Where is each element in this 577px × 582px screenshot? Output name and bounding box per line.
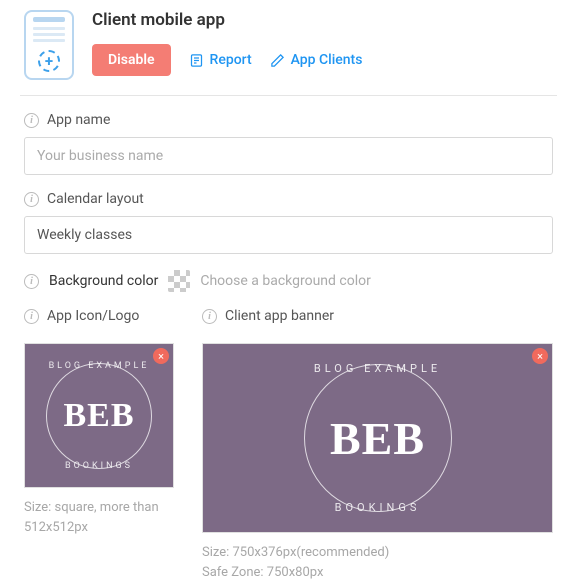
background-color-hint: Choose a background color: [200, 273, 370, 289]
app-phone-illustration: +: [24, 10, 74, 80]
info-icon: i: [24, 113, 39, 128]
report-link[interactable]: Report: [189, 52, 252, 68]
info-icon: i: [24, 309, 39, 324]
report-label: Report: [210, 52, 252, 68]
calendar-layout-select[interactable]: [24, 216, 553, 254]
remove-banner-button[interactable]: ×: [532, 348, 548, 364]
app-icon-label: App Icon/Logo: [47, 308, 139, 324]
page-title: Client mobile app: [92, 10, 362, 30]
app-icon-preview[interactable]: × BLOG EXAMPLE BEB BOOKINGS: [24, 343, 174, 488]
banner-preview[interactable]: × BLOG EXAMPLE BEB BOOKINGS: [202, 343, 553, 533]
calendar-layout-label: Calendar layout: [47, 191, 144, 207]
background-color-picker[interactable]: [168, 270, 190, 292]
app-name-label: App name: [47, 112, 110, 128]
disable-button[interactable]: Disable: [92, 44, 171, 76]
report-icon: [189, 53, 204, 68]
logo-graphic: BLOG EXAMPLE BEB BOOKINGS: [40, 357, 158, 475]
divider: [20, 95, 557, 96]
pencil-icon: [270, 53, 285, 68]
app-icon-hint: Size: square, more than 512x512px: [24, 498, 174, 537]
app-clients-link[interactable]: App Clients: [270, 52, 363, 68]
banner-hint-line2: Safe Zone: 750x80px: [202, 563, 553, 582]
info-icon: i: [24, 274, 39, 289]
app-name-input[interactable]: [24, 137, 553, 175]
banner-label: Client app banner: [225, 308, 334, 324]
info-icon: i: [202, 309, 217, 324]
background-color-label: Background color: [49, 273, 158, 289]
plus-icon: +: [38, 50, 60, 72]
app-clients-label: App Clients: [291, 52, 363, 68]
logo-graphic: BLOG EXAMPLE BEB BOOKINGS: [298, 358, 458, 518]
banner-hint-line1: Size: 750x376px(recommended): [202, 543, 553, 563]
info-icon: i: [24, 192, 39, 207]
